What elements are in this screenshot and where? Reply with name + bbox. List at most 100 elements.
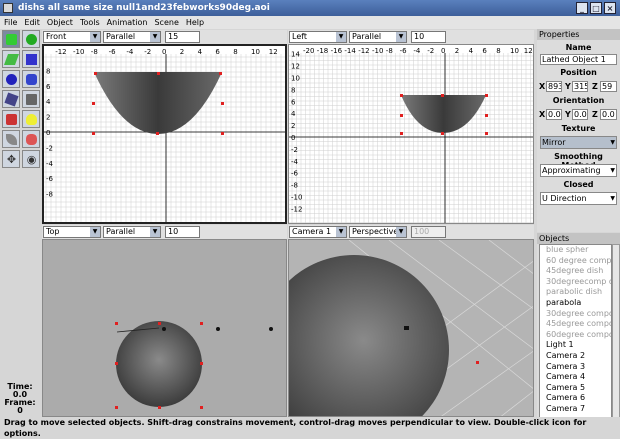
objects-panel: Objects blue spher 60 degree compo 45degre… (537, 233, 620, 423)
pos-y-field[interactable]: 315 (572, 81, 588, 92)
minimize-button[interactable]: _ (576, 2, 588, 14)
ruler-x-label: -8 (386, 47, 393, 55)
left-projection-select[interactable]: Parallel ▼ (349, 31, 407, 43)
cylinder-tool[interactable] (22, 70, 40, 88)
or-x-field[interactable]: 0.0 (546, 109, 562, 120)
smoothing-select[interactable]: Approximating ▼ (540, 164, 617, 177)
menu-object[interactable]: Object (44, 16, 76, 29)
move-icon (6, 34, 17, 45)
camera-viewport[interactable] (288, 239, 534, 417)
rotate-view-tool[interactable]: ◉ (22, 150, 40, 168)
object-list-item[interactable]: 60degree compo (540, 330, 611, 341)
move-tool[interactable] (2, 30, 20, 48)
menu-help[interactable]: Help (183, 16, 207, 29)
menu-bar: File Edit Object Tools Animation Scene Help (0, 16, 620, 29)
front-projection-select[interactable]: Parallel ▼ (103, 31, 161, 43)
chevron-down-icon: ▼ (150, 32, 160, 42)
object-list-item[interactable]: 45degree dish (540, 266, 611, 277)
close-button[interactable]: × (604, 2, 616, 14)
or-x-label: X (539, 110, 546, 119)
ruler-x-label: 6 (215, 48, 220, 56)
maximize-button[interactable]: □ (590, 2, 602, 14)
ruler-y-label: 4 (291, 110, 296, 118)
top-scale-field[interactable]: 10 (165, 226, 200, 238)
ruler-x-label: 2 (455, 47, 459, 55)
menu-animation[interactable]: Animation (104, 16, 151, 29)
front-scale-field[interactable]: 15 (165, 31, 200, 43)
ruler-y-label: -2 (291, 146, 298, 154)
left-viewport[interactable]: -20 -18 -16 -14 -12 -10 -8 -6 -4 -2 0 2 4 6 8 10 12 14 12… (288, 44, 534, 224)
object-list-item[interactable]: Camera 4 (540, 372, 611, 383)
tube-tool[interactable] (22, 130, 40, 148)
objects-scrollbar[interactable] (612, 244, 620, 419)
ruler-x-label: -10 (73, 48, 84, 56)
scale-tool[interactable] (2, 50, 20, 68)
sphere-tool[interactable] (2, 70, 20, 88)
object-list-item[interactable]: Camera 5 (540, 383, 611, 394)
menu-scene[interactable]: Scene (151, 16, 181, 29)
object-list-item[interactable]: parabolic dish (540, 287, 611, 298)
object-list-item[interactable]: 45degree compou (540, 319, 611, 330)
ruler-x-label: 10 (510, 47, 519, 55)
closed-select[interactable]: U Direction ▼ (540, 192, 617, 205)
object-list-item[interactable]: Camera 7 (540, 404, 611, 415)
menu-tools[interactable]: Tools (77, 16, 103, 29)
rotate-tool[interactable] (22, 30, 40, 48)
ruler-x-label: 2 (180, 48, 184, 56)
chevron-down-icon: ▼ (150, 227, 160, 237)
top-viewport[interactable] (42, 239, 287, 417)
name-field[interactable]: Lathed Object 1 (540, 54, 617, 65)
texture-label: Texture (561, 124, 596, 133)
left-view-select[interactable]: Left ▼ (289, 31, 347, 43)
chevron-down-icon: ▼ (336, 227, 346, 237)
camera-view-select[interactable]: Camera 1 ▼ (289, 226, 347, 238)
ruler-x-label: -6 (400, 47, 408, 55)
object-list-item[interactable]: Camera 6 (540, 393, 611, 404)
pos-x-field[interactable]: 893 (546, 81, 562, 92)
camera-tool[interactable] (2, 110, 20, 128)
ruler-x-label: -14 (344, 47, 356, 55)
ruler-x-label: -4 (126, 48, 134, 56)
window-title: dishs all same size null1and23febworks90… (18, 3, 270, 13)
spline-tool[interactable] (22, 90, 40, 108)
object-list-item[interactable]: 30degreecomp di (540, 277, 611, 288)
cube-tool[interactable] (22, 50, 40, 68)
front-view-select[interactable]: Front ▼ (43, 31, 101, 43)
left-scale-field[interactable]: 10 (411, 31, 446, 43)
camera-scale-field[interactable]: 100 (411, 226, 446, 238)
texture-select[interactable]: Mirror ▼ (540, 136, 617, 149)
ruler-y-label: 6 (291, 98, 296, 106)
object-list-item[interactable]: 30degree compo (540, 309, 611, 320)
light-tool[interactable] (22, 110, 40, 128)
menu-edit[interactable]: Edit (21, 16, 43, 29)
curve-tool[interactable] (2, 130, 20, 148)
object-list-item[interactable]: blue spher (540, 245, 611, 256)
top-projection-select[interactable]: Parallel ▼ (103, 226, 161, 238)
object-list-item[interactable]: parabola (540, 298, 611, 309)
move-view-tool[interactable]: ✥ (2, 150, 20, 168)
camera-icon (6, 114, 17, 125)
polygon-tool[interactable] (2, 90, 20, 108)
or-z-field[interactable]: 0.0 (600, 109, 617, 120)
ruler-y-label: 0 (291, 134, 295, 142)
ruler-y-label: 4 (46, 98, 51, 106)
object-list-item[interactable]: Light 1 (540, 340, 611, 351)
object-list-item[interactable]: Camera 3 (540, 362, 611, 373)
eye-icon: ◉ (26, 153, 37, 166)
ruler-x-label: 12 (269, 48, 278, 56)
menu-file[interactable]: File (1, 16, 20, 29)
object-list-item[interactable]: Camera 2 (540, 351, 611, 362)
cylinder-icon (26, 74, 37, 85)
ruler-y-label: 2 (46, 114, 50, 122)
camera-projection-select[interactable]: Perspective ▼ (349, 226, 407, 238)
top-view-select[interactable]: Top ▼ (43, 226, 101, 238)
pos-z-field[interactable]: 59 (600, 81, 617, 92)
front-viewport[interactable]: -12 -10 -8 -6 -4 -2 0 2 4 6 8 10 12 8 6 4 2 0 -2 -4 -6 -8 (42, 44, 287, 224)
object-list-item[interactable]: 60 degree compo (540, 256, 611, 267)
cube-icon (26, 54, 37, 65)
camera-viewport-controls: Camera 1 ▼ Perspective ▼ 100 (288, 225, 534, 239)
objects-list[interactable]: blue spher 60 degree compo 45degree dish 30… (539, 244, 612, 419)
status-text: Drag to move selected objects. Shift-dra… (4, 418, 587, 438)
or-y-field[interactable]: 0.0 (572, 109, 588, 120)
rotate-icon (26, 34, 37, 45)
